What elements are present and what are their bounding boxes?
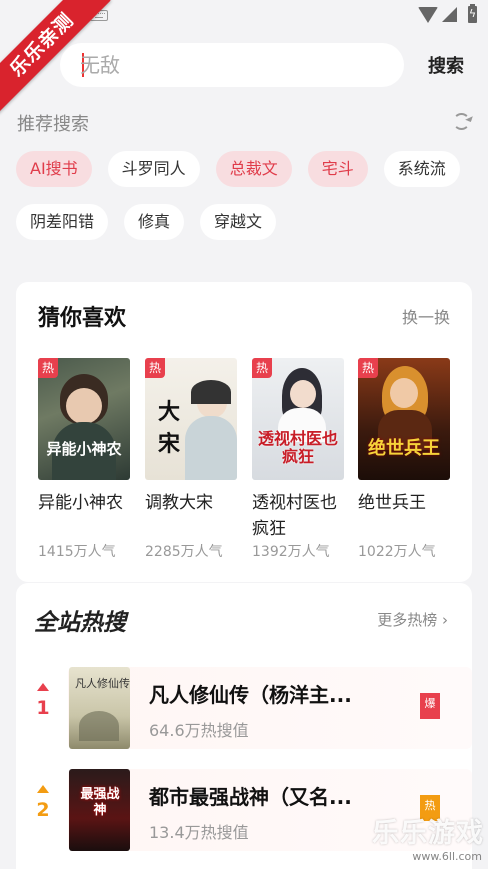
more-hot-label: 更多热榜 [377, 611, 438, 629]
guess-title: 猜你喜欢 [38, 306, 127, 331]
book-card[interactable]: 热 大宋 调教大宋 2285万人气 [145, 358, 237, 560]
book-cover[interactable]: 热 绝世兵王 [358, 358, 450, 480]
watermark-title: 乐乐游戏 [372, 818, 484, 849]
chip-mixup[interactable]: 阴差阳错 [16, 204, 109, 240]
rank-number: 2 [36, 799, 50, 821]
book-card[interactable]: 热 透视村医也疯狂 透视村医也疯狂 1392万人气 [252, 358, 344, 560]
chip-ai-search[interactable]: AI搜书 [16, 151, 92, 187]
book-popularity: 1022万人气 [358, 544, 436, 560]
book-title: 绝世兵王 [358, 493, 426, 513]
guess-card: 猜你喜欢 换一换 热 异能小神农 异能小神农 1415万人气 热 大宋 调教大宋… [16, 282, 472, 582]
chip-xiuzhen[interactable]: 修真 [124, 204, 185, 240]
rank-book-cover[interactable]: 凡人修仙传 [69, 667, 130, 749]
book-card[interactable]: 热 绝世兵王 绝世兵王 1022万人气 [358, 358, 450, 560]
book-popularity: 1415万人气 [38, 544, 116, 560]
rank-cover-title: 最强战神 [80, 787, 120, 818]
cover-title: 异能小神农 [46, 440, 122, 458]
rank-book-cover[interactable]: 最强战神 [69, 769, 130, 851]
rank-number: 1 [36, 697, 50, 719]
rank-heat-value: 64.6万热搜值 [149, 721, 249, 740]
crown-icon [37, 785, 50, 793]
book-cover[interactable]: 热 异能小神农 [38, 358, 130, 480]
rank-book-title: 凡人修仙传（杨洋主... [149, 683, 352, 707]
burst-badge-icon: 爆 [420, 693, 440, 719]
recommend-chips: AI搜书 斗罗同人 总裁文 宅斗 系统流 阴差阳错 修真 穿越文 [16, 151, 472, 240]
rank-heat-value: 13.4万热搜值 [149, 823, 249, 842]
more-hot-link[interactable]: 更多热榜 › [377, 609, 448, 630]
hot-search-title: 全站热搜 [34, 610, 126, 636]
cover-title: 大宋 [157, 399, 180, 457]
chip-zhaidou[interactable]: 宅斗 [307, 151, 368, 187]
search-button[interactable]: 搜索 [420, 50, 472, 80]
refresh-icon[interactable] [453, 113, 470, 130]
battery-icon [468, 4, 477, 23]
swap-button[interactable]: 换一换 [402, 304, 450, 328]
search-input[interactable] [80, 43, 380, 87]
hot-tag: 热 [38, 358, 58, 378]
book-popularity: 1392万人气 [252, 544, 330, 560]
hot-tag: 热 [358, 358, 378, 378]
chip-douluo[interactable]: 斗罗同人 [107, 151, 200, 187]
book-title: 调教大宋 [145, 493, 213, 513]
book-popularity: 2285万人气 [145, 544, 223, 560]
book-card[interactable]: 热 异能小神农 异能小神农 1415万人气 [38, 358, 130, 560]
rank-cover-title: 凡人修仙传 [75, 677, 130, 690]
chip-system[interactable]: 系统流 [383, 151, 460, 187]
chevron-right-icon: › [442, 611, 448, 629]
book-cover[interactable]: 热 大宋 [145, 358, 237, 480]
cover-title: 绝世兵王 [368, 438, 440, 459]
chip-ceo[interactable]: 总裁文 [215, 151, 292, 187]
book-title: 异能小神农 [38, 493, 123, 513]
book-title: 透视村医也疯狂 [252, 493, 337, 539]
signal-icon [442, 7, 457, 22]
watermark-url: www.6ll.com [412, 850, 482, 863]
crown-icon [37, 683, 50, 691]
book-cover[interactable]: 热 透视村医也疯狂 [252, 358, 344, 480]
hot-rank-row[interactable]: 1 凡人修仙传 凡人修仙传（杨洋主... 64.6万热搜值 爆 [16, 667, 472, 749]
chip-chuanyue[interactable]: 穿越文 [200, 204, 277, 240]
cover-title: 透视村医也疯狂 [258, 429, 339, 466]
watermark: 乐乐游戏 www.6ll.com [372, 818, 488, 869]
recommend-title: 推荐搜索 [17, 114, 89, 135]
search-box[interactable] [60, 43, 404, 87]
wifi-icon [418, 7, 438, 23]
hot-tag: 热 [145, 358, 165, 378]
rank-book-title: 都市最强战神（又名... [149, 785, 352, 809]
hot-tag: 热 [252, 358, 272, 378]
